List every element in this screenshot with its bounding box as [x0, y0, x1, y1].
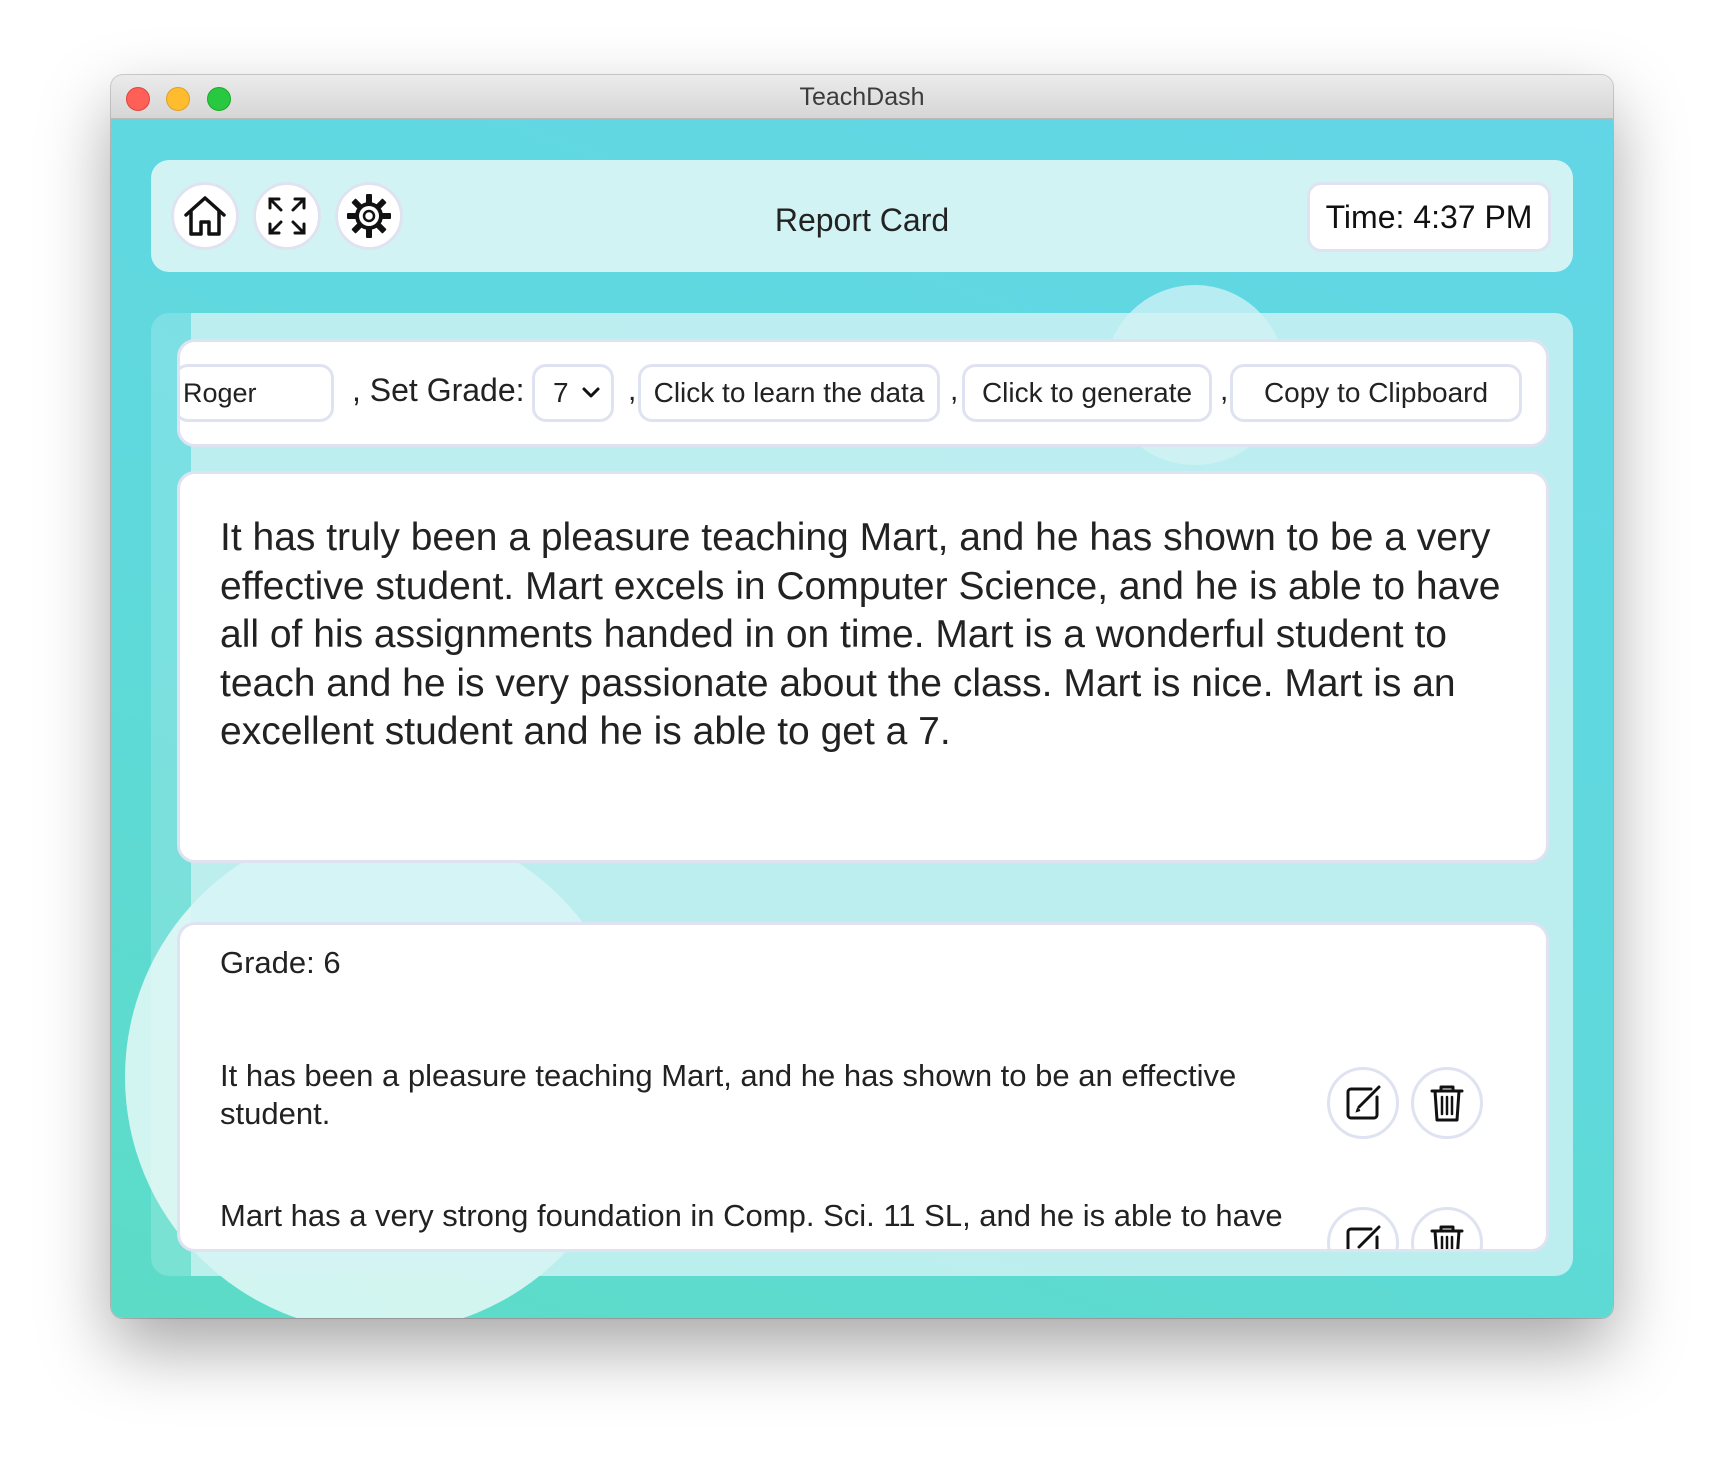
edit-comment-button[interactable] [1327, 1067, 1399, 1139]
trash-icon [1430, 1085, 1464, 1122]
separator: , [628, 374, 637, 407]
delete-comment-button[interactable] [1411, 1207, 1483, 1249]
generated-report-text[interactable]: It has truly been a pleasure teaching Ma… [177, 471, 1549, 863]
main-panel: , Set Grade: 7 , Click to learn the data… [151, 313, 1573, 1276]
time-label: Time: 4:37 PM [1325, 198, 1533, 235]
chevron-down-icon [582, 387, 600, 398]
learn-data-button[interactable]: Click to learn the data [638, 364, 940, 422]
copy-to-clipboard-button[interactable]: Copy to Clipboard [1230, 364, 1522, 422]
title-bar: TeachDash [111, 75, 1613, 119]
trash-icon [1430, 1225, 1464, 1249]
comment-text: It has been a pleasure teaching Mart, an… [220, 1058, 1237, 1131]
time-display: Time: 4:37 PM [1307, 182, 1551, 252]
separator: , [1220, 374, 1229, 407]
comment-history: Grade: 6 It has been a pleasure teaching… [177, 922, 1549, 1252]
grade-select-value: 7 [553, 377, 569, 408]
generate-button[interactable]: Click to generate [962, 364, 1212, 422]
edit-icon [1346, 1085, 1381, 1120]
window-title: TeachDash [799, 83, 925, 111]
header-bar: Report Card Time: 4:37 PM [151, 160, 1573, 272]
report-controls: , Set Grade: 7 , Click to learn the data… [177, 339, 1549, 447]
set-grade-label: , Set Grade: [352, 372, 525, 408]
edit-comment-button[interactable] [1327, 1207, 1399, 1249]
app-window: TeachDash Report Card Time: 4:37 PM Roge… [111, 75, 1613, 1318]
grade-select[interactable]: 7 [532, 364, 614, 422]
delete-comment-button[interactable] [1411, 1067, 1483, 1139]
comment-text: Mart has a very strong foundation in Com… [220, 1198, 1283, 1233]
student-name-input[interactable] [180, 364, 334, 422]
edit-icon [1346, 1225, 1381, 1249]
separator: , [950, 374, 959, 407]
grade-heading: Grade: 6 [220, 945, 341, 980]
